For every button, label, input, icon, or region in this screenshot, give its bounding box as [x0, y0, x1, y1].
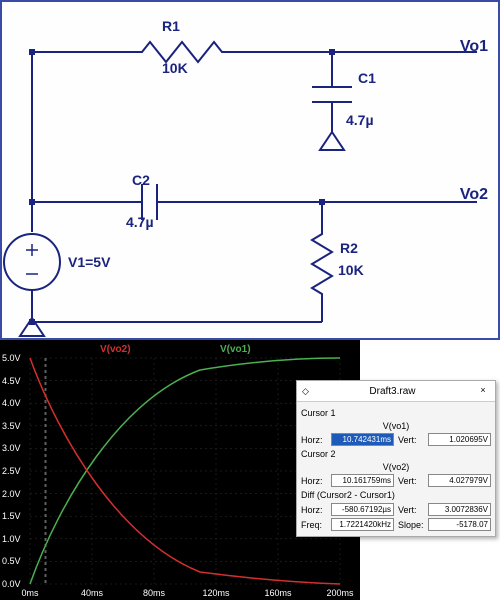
vo1-label: Vo1: [460, 38, 488, 56]
c1-value: 4.7µ: [346, 112, 374, 128]
horz-label: Horz:: [301, 435, 327, 445]
cursor2-horz-value[interactable]: 10.161759ms: [331, 474, 394, 487]
freq-value[interactable]: 1.7221420kHz: [331, 518, 394, 531]
y-tick: 0.5V: [2, 556, 21, 566]
cursor1-header: Cursor 1: [301, 406, 491, 420]
x-tick: 0ms: [21, 588, 38, 598]
c2-value: 4.7µ: [126, 214, 154, 230]
cursor1-vert-value[interactable]: 1.020695V: [428, 433, 491, 446]
horz-label: Horz:: [301, 476, 327, 486]
slope-value[interactable]: -5178.07: [428, 518, 491, 531]
slope-label: Slope:: [398, 520, 424, 530]
y-tick: 3.5V: [2, 421, 21, 431]
c2-name: C2: [132, 172, 150, 188]
r1-name: R1: [162, 18, 180, 34]
y-tick: 5.0V: [2, 353, 21, 363]
dialog-titlebar[interactable]: ◇ Draft3.raw ×: [297, 381, 495, 402]
cursor2-header: Cursor 2: [301, 447, 491, 461]
diff-horz-value[interactable]: -580.67192µs: [331, 503, 394, 516]
r2-name: R2: [340, 240, 358, 256]
close-icon[interactable]: ×: [476, 384, 490, 398]
x-tick: 80ms: [143, 588, 165, 598]
cursor2-vert-value[interactable]: 4.027979V: [428, 474, 491, 487]
y-tick: 4.0V: [2, 398, 21, 408]
horz-label: Horz:: [301, 505, 327, 515]
x-tick: 200ms: [326, 588, 353, 598]
diff-vert-value[interactable]: 3.0072836V: [428, 503, 491, 516]
y-tick: 0.0V: [2, 579, 21, 589]
c1-name: C1: [358, 70, 376, 86]
y-tick: 4.5V: [2, 376, 21, 386]
x-tick: 160ms: [264, 588, 291, 598]
vert-label: Vert:: [398, 476, 424, 486]
y-tick: 2.0V: [2, 489, 21, 499]
r2-value: 10K: [338, 262, 364, 278]
x-tick: 40ms: [81, 588, 103, 598]
y-tick: 3.0V: [2, 443, 21, 453]
cursor1-trace-name: V(vo1): [301, 420, 491, 432]
simulation-plot-area: 5.0V 4.5V 4.0V 3.5V 3.0V 2.5V 2.0V 1.5V …: [0, 340, 500, 600]
cursor-dialog[interactable]: ◇ Draft3.raw × Cursor 1 V(vo1) Horz: 10.…: [296, 380, 496, 537]
cursor2-trace-name: V(vo2): [301, 461, 491, 473]
vo2-label: Vo2: [460, 186, 488, 204]
vert-label: Vert:: [398, 435, 424, 445]
trace-label-vo1[interactable]: V(vo1): [220, 344, 251, 355]
x-tick: 120ms: [202, 588, 229, 598]
dialog-icon: ◇: [302, 386, 309, 397]
diff-header: Diff (Cursor2 - Cursor1): [301, 488, 491, 502]
y-tick: 1.5V: [2, 511, 21, 521]
cursor1-horz-value[interactable]: 10.742431ms: [331, 433, 394, 446]
trace-label-vo2[interactable]: V(vo2): [100, 344, 131, 355]
v1-name: V1=5V: [68, 254, 110, 270]
vert-label: Vert:: [398, 505, 424, 515]
y-tick: 1.0V: [2, 534, 21, 544]
y-tick: 2.5V: [2, 466, 21, 476]
circuit-schematic: R1 10K C1 4.7µ C2 4.7µ R2 10K V1=5V Vo1 …: [0, 0, 500, 340]
freq-label: Freq:: [301, 520, 327, 530]
dialog-title: Draft3.raw: [369, 386, 415, 397]
r1-value: 10K: [162, 60, 188, 76]
